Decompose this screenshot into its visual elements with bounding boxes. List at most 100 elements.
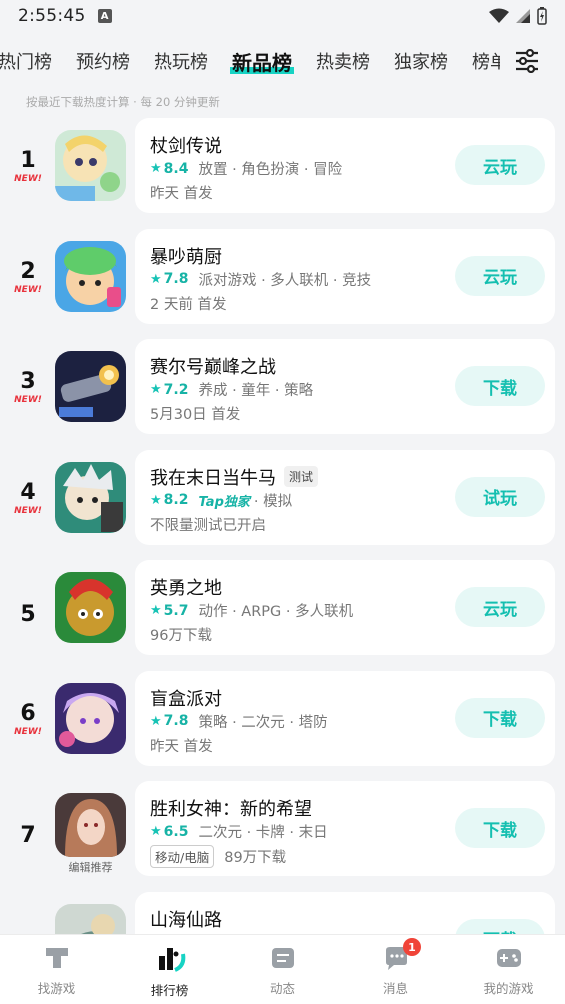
download-button[interactable]: 下载 [455, 697, 545, 738]
game-icon[interactable] [55, 793, 126, 857]
game-name: 赛尔号巅峰之战 [150, 353, 276, 379]
rank-number: 5 [20, 602, 36, 627]
platform-badge: 移动/电脑 [150, 845, 215, 868]
game-meta: ★ 5.7 动作 · ARPG · 多人联机 [150, 600, 353, 621]
game-subtitle: 不限量测试已开启 [150, 514, 266, 535]
game-title: 杖剑传说 [150, 136, 222, 157]
new-tag: NEW! [14, 395, 42, 405]
tab-best-selling[interactable]: 热卖榜 [316, 48, 370, 74]
tab-hot-play[interactable]: 热玩榜 [154, 48, 208, 74]
game-meta: ★ 7.8 派对游戏 · 多人联机 · 竞技 [150, 269, 371, 290]
status-time: 2:55:45 [18, 6, 86, 26]
game-card[interactable]: 暴吵萌厨 ★ 7.8 派对游戏 · 多人联机 · 竞技 2 天前 首发 云玩 [135, 228, 555, 324]
new-tag: NEW! [14, 505, 42, 516]
game-name: 山海仙路 [150, 906, 222, 932]
game-subtitle: 昨天 首发 [150, 735, 213, 756]
game-icon[interactable] [55, 461, 126, 533]
test-badge: 测试 [284, 466, 319, 487]
game-row[interactable]: 4 NEW! 我在末日当牛马 测试 ★ 8.2 Tap独家 · 模拟 不限量测试已开启 … [0, 449, 565, 561]
game-release-info: 2 天前 首发 [150, 296, 227, 313]
game-score: 7.8 [163, 271, 189, 287]
nav-label: 消息 [382, 981, 408, 996]
game-row[interactable]: 5 英勇之地 ★ 5.7 动作 · ARPG · 多人联机 96万下载 云玩 [0, 560, 565, 671]
tab-exclusive[interactable]: 独家榜 [394, 48, 448, 74]
game-icon[interactable] [55, 130, 126, 201]
new-tag: NEW! [14, 284, 42, 295]
try-play-button[interactable]: 试玩 [455, 476, 545, 517]
nav-ranking[interactable]: 排行榜 [113, 935, 226, 1004]
game-ranking-list: 1 NEW! 杖剑传说 ★ 8.4 放置 · 角色扮演 · 冒险 昨天 首发 云玩 … [0, 118, 565, 1002]
game-title: 胜利女神：新的希望 [150, 799, 312, 820]
cloud-play-button[interactable]: 云玩 [455, 255, 545, 296]
star-icon: ★ [150, 492, 162, 508]
nav-my-games[interactable]: 我的游戏 [452, 935, 565, 1004]
game-icon[interactable] [55, 572, 126, 643]
game-download-count: 96万下载 [150, 628, 212, 644]
game-meta: ★ 8.4 放置 · 角色扮演 · 冒险 [150, 158, 342, 179]
tab-new[interactable]: 新品榜 [230, 47, 294, 76]
cloud-play-button[interactable]: 云玩 [455, 587, 545, 627]
rank-number: 1 [20, 148, 36, 173]
tab-hot[interactable]: 热门榜 [0, 48, 52, 74]
game-card[interactable]: 赛尔号巅峰之战 ★ 7.2 养成 · 童年 · 策略 5月30日 首发 下载 [135, 339, 555, 434]
game-row[interactable]: 6 NEW! 盲盒派对 ★ 7.8 策略 · 二次元 · 塔防 昨天 首发 下载 [0, 670, 565, 782]
cloud-play-button[interactable]: 云玩 [455, 145, 545, 185]
game-card[interactable]: 杖剑传说 ★ 8.4 放置 · 角色扮演 · 冒险 昨天 首发 云玩 [135, 118, 555, 213]
game-score: 6.5 [163, 823, 189, 840]
game-row[interactable]: 7 编辑推荐 胜利女神：新的希望 ★ 6.5 二次元 · 卡牌 · 末日 移动/电脑… [0, 781, 565, 892]
game-release-info: 不限量测试已开启 [150, 517, 266, 534]
ranking-icon [158, 948, 185, 972]
new-tag: NEW! [14, 174, 42, 184]
game-tags: 派对游戏 · 多人联机 · 竞技 [198, 272, 372, 289]
game-score: 8.4 [163, 160, 189, 177]
tab-reserve[interactable]: 预约榜 [76, 48, 130, 74]
game-finder-icon [45, 948, 68, 968]
game-card[interactable]: 我在末日当牛马 测试 ★ 8.2 Tap独家 · 模拟 不限量测试已开启 试玩 [135, 449, 555, 545]
game-meta: ★ 7.2 养成 · 童年 · 策略 [150, 379, 313, 400]
tab-lists[interactable]: 榜单 [472, 48, 500, 74]
filter-button[interactable] [511, 46, 543, 76]
game-meta: ★ 8.2 Tap独家 · 模拟 [150, 490, 292, 511]
game-release-info: 昨天 首发 [150, 186, 213, 202]
download-button[interactable]: 下载 [455, 808, 545, 848]
star-icon: ★ [150, 603, 162, 618]
game-row[interactable]: 1 NEW! 杖剑传说 ★ 8.4 放置 · 角色扮演 · 冒险 昨天 首发 云玩 [0, 118, 565, 229]
game-icon[interactable] [55, 240, 126, 312]
rank-number: 2 [20, 258, 36, 284]
game-card[interactable]: 盲盒派对 ★ 7.8 策略 · 二次元 · 塔防 昨天 首发 下载 [135, 670, 555, 766]
rank-number: 6 [20, 700, 36, 726]
game-subtitle: 昨天 首发 [150, 182, 213, 203]
star-icon: ★ [150, 824, 162, 839]
download-button[interactable]: 下载 [455, 366, 545, 406]
game-card[interactable]: 英勇之地 ★ 5.7 动作 · ARPG · 多人联机 96万下载 云玩 [135, 560, 555, 655]
filter-sliders-icon [516, 49, 538, 73]
game-row[interactable]: 3 NEW! 赛尔号巅峰之战 ★ 7.2 养成 · 童年 · 策略 5月30日 首发… [0, 339, 565, 450]
my-games-icon [496, 949, 521, 967]
game-name: 我在末日当牛马 测试 [150, 464, 319, 490]
game-title: 盲盒派对 [150, 688, 222, 710]
game-row[interactable]: 2 NEW! 暴吵萌厨 ★ 7.8 派对游戏 · 多人联机 · 竞技 2 天前 首发… [0, 228, 565, 340]
game-tags: 养成 · 童年 · 策略 [198, 383, 314, 399]
bottom-nav: 找游戏 排行榜 动态 1 消息 我的游戏 [0, 934, 565, 1004]
game-name: 杖剑传说 [150, 132, 222, 158]
nav-feed[interactable]: 动态 [226, 935, 339, 1004]
nav-find-games[interactable]: 找游戏 [0, 935, 113, 1004]
game-meta: ★ 6.5 二次元 · 卡牌 · 末日 [150, 821, 328, 842]
game-tags: 二次元 · 卡牌 · 末日 [198, 825, 328, 841]
game-icon[interactable] [55, 351, 126, 422]
status-bar: 2:55:45 A [0, 0, 565, 32]
nav-messages[interactable]: 1 消息 [339, 935, 452, 1004]
game-card[interactable]: 胜利女神：新的希望 ★ 6.5 二次元 · 卡牌 · 末日 移动/电脑 89万下载 下… [135, 781, 555, 876]
game-name: 盲盒派对 [150, 685, 222, 711]
game-score: 5.7 [163, 602, 189, 619]
star-icon: ★ [150, 161, 162, 176]
new-tag: NEW! [14, 726, 42, 737]
game-score: 8.2 [163, 492, 189, 508]
game-subtitle: 移动/电脑 89万下载 [150, 845, 286, 868]
game-score: 7.2 [163, 381, 189, 398]
game-release-info: 昨天 首发 [150, 738, 213, 755]
battery-icon [537, 7, 547, 25]
game-tags: · 模拟 [253, 493, 293, 510]
status-indicators [489, 7, 547, 25]
game-icon[interactable] [55, 682, 126, 754]
